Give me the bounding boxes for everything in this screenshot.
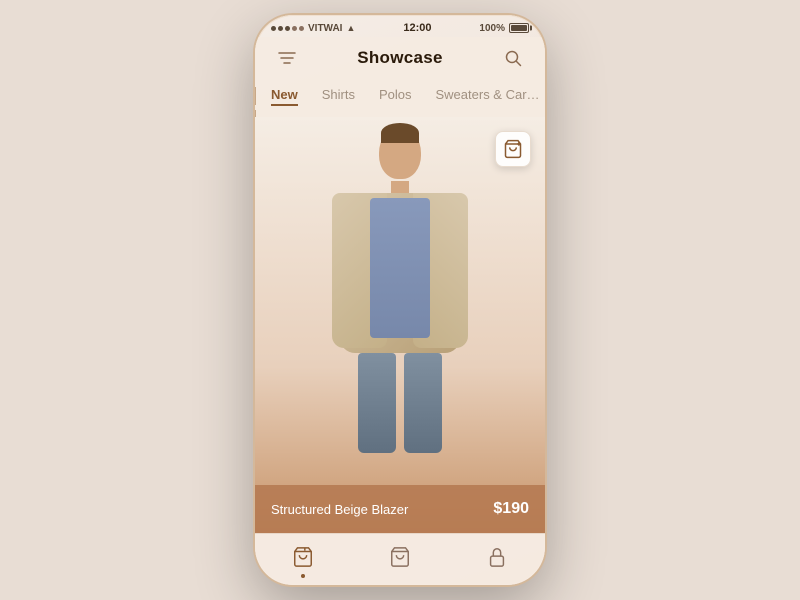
model-legs: [358, 353, 442, 453]
signal-icon: [271, 26, 304, 31]
status-bar: VITWAI ▲ 12:00 100%: [255, 15, 545, 37]
model-figure: [310, 127, 490, 467]
add-to-cart-button[interactable]: [495, 131, 531, 167]
bottom-nav: [255, 533, 545, 585]
search-icon[interactable]: [499, 44, 527, 72]
model-neck: [391, 181, 409, 193]
product-info-bar: Structured Beige Blazer $190: [255, 485, 545, 533]
filter-icon[interactable]: [273, 44, 301, 72]
model-torso: [340, 193, 460, 353]
battery-label: 100%: [479, 23, 505, 34]
bottom-nav-bag[interactable]: [370, 540, 430, 580]
model-hair: [381, 123, 419, 143]
silent-switch: [255, 87, 256, 105]
battery-fill: [511, 25, 527, 31]
battery-icon: [509, 23, 529, 33]
tab-sweaters[interactable]: Sweaters & Car…: [424, 79, 546, 106]
product-area: Structured Beige Blazer $190: [255, 117, 545, 533]
page-title: Showcase: [357, 48, 443, 68]
tab-new[interactable]: New: [259, 79, 310, 106]
status-right: 100%: [479, 23, 529, 34]
carrier-label: VITWAI: [308, 23, 342, 34]
clock: 12:00: [403, 22, 431, 34]
product-price: $190: [493, 500, 529, 518]
phone-frame: VITWAI ▲ 12:00 100% Showcase: [255, 15, 545, 585]
product-image: [255, 117, 545, 533]
tab-shirts[interactable]: Shirts: [310, 79, 367, 106]
bottom-nav-shop[interactable]: [273, 540, 333, 580]
model-leg-left: [358, 353, 396, 453]
wifi-icon: ▲: [346, 23, 355, 33]
status-left: VITWAI ▲: [271, 23, 355, 34]
model-leg-right: [404, 353, 442, 453]
tab-polos[interactable]: Polos: [367, 79, 424, 106]
nav-bar: Showcase: [255, 37, 545, 79]
model-shirt: [370, 198, 430, 338]
lock-icon: [486, 546, 508, 574]
bag-icon: [389, 546, 411, 574]
category-tabs: New Shirts Polos Sweaters & Car…: [255, 79, 545, 117]
model-head: [379, 127, 421, 179]
shop-icon: [292, 546, 314, 574]
product-name: Structured Beige Blazer: [271, 502, 408, 517]
bottom-nav-account[interactable]: [467, 540, 527, 580]
